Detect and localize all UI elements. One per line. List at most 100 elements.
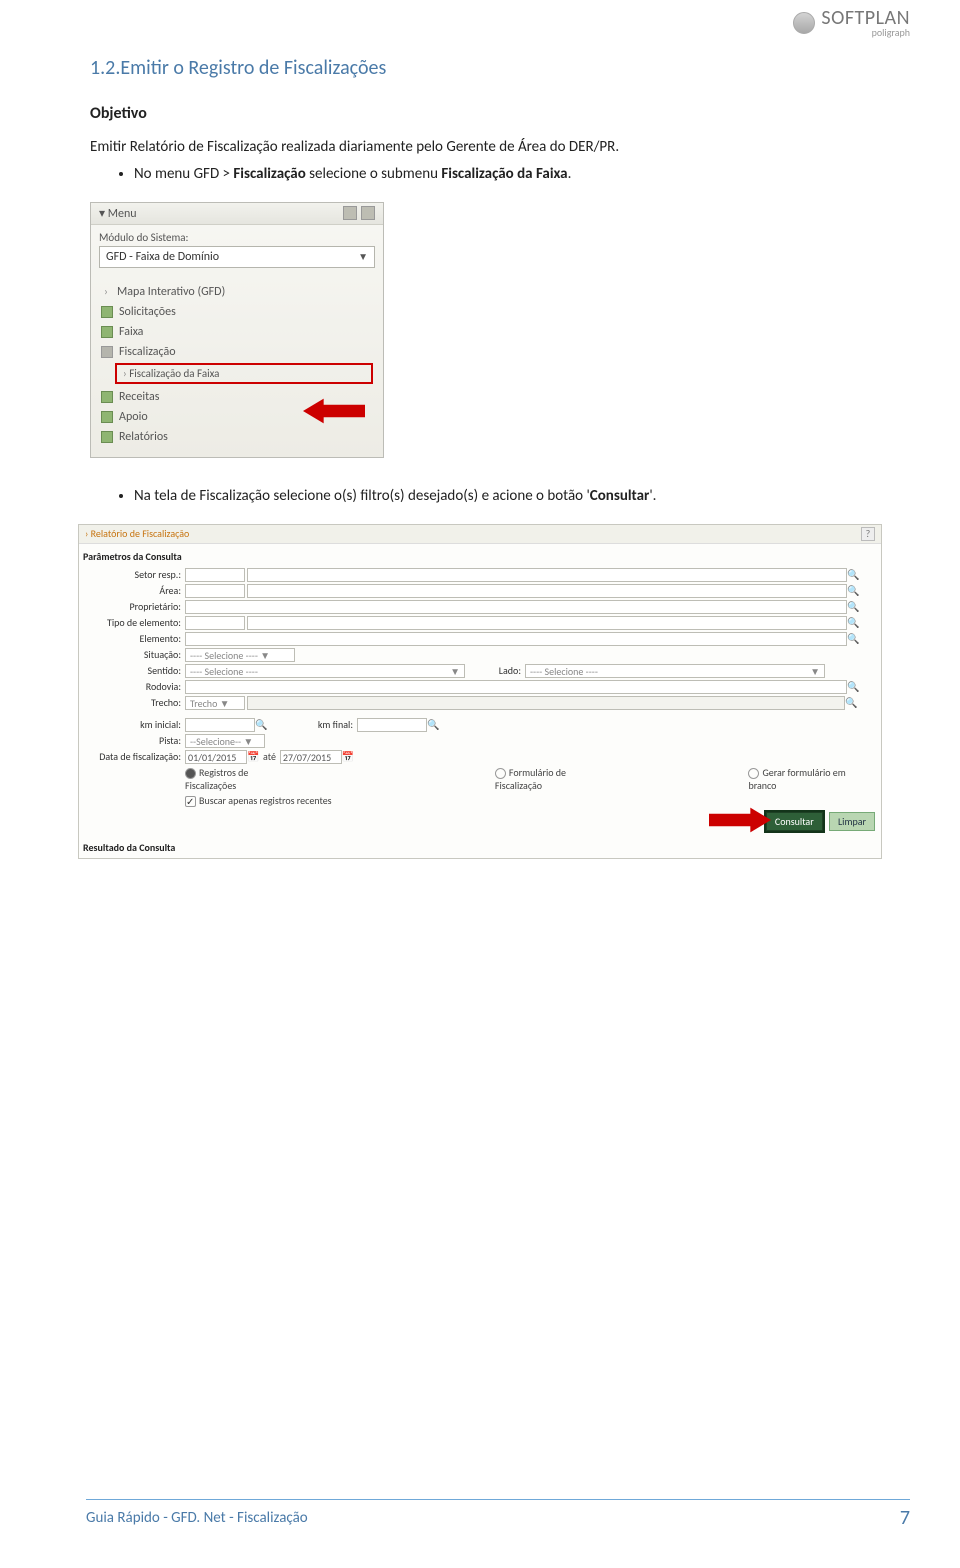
menu-title: ▾ Menu	[99, 206, 137, 221]
label-rodovia: Rodovia:	[85, 680, 185, 693]
radio-formulario[interactable]: Formulário de Fiscalização	[495, 766, 615, 792]
consultar-button[interactable]: Consultar	[766, 812, 823, 831]
expand-icon	[101, 306, 113, 318]
trecho-input[interactable]	[247, 696, 845, 710]
instr1-b1: Fiscalização	[233, 165, 305, 183]
label-datafisc: Data de fiscalização:	[85, 750, 185, 763]
date-to-input[interactable]: 27/07/2015	[280, 750, 342, 764]
search-icon[interactable]: 🔍	[847, 585, 859, 597]
prop-input[interactable]	[185, 600, 847, 614]
limpar-button[interactable]: Limpar	[829, 812, 875, 831]
expand-icon	[101, 391, 113, 403]
label-situacao: Situação:	[85, 648, 185, 661]
search-icon[interactable]: 🔍	[847, 569, 859, 581]
label-sentido: Sentido:	[85, 664, 185, 677]
menu-item-faixa[interactable]: Faixa	[91, 322, 383, 342]
label-elemento: Elemento:	[85, 632, 185, 645]
search-icon[interactable]: 🔍	[255, 719, 267, 731]
calendar-icon[interactable]: 📅	[247, 751, 259, 763]
instr2-b: Consultar	[590, 487, 650, 505]
sentido-select[interactable]: ---- Selecione ----▼	[185, 664, 465, 678]
search-icon[interactable]: 🔍	[847, 617, 859, 629]
elemento-input[interactable]	[185, 632, 847, 646]
instruction-2: Na tela de Fiscalização selecione o(s) f…	[134, 486, 874, 508]
page-number: 7	[900, 1506, 910, 1530]
menu-view-icon-2[interactable]	[361, 206, 375, 220]
label-lado: Lado:	[465, 664, 525, 677]
label-kmini: km inicial:	[85, 718, 185, 731]
area-code-input[interactable]	[185, 584, 245, 598]
radio-icon	[495, 768, 506, 779]
instruction-1: No menu GFD > Fiscalização selecione o s…	[134, 164, 874, 186]
label-setor: Setor resp.:	[85, 568, 185, 581]
kmini-input[interactable]	[185, 718, 255, 732]
radio-icon	[748, 768, 759, 779]
menu-item-solicitacoes[interactable]: Solicitações	[91, 302, 383, 322]
chk-recentes[interactable]: Buscar apenas registros recentes	[185, 794, 332, 807]
instr1-pre: No menu GFD >	[134, 165, 233, 183]
rodovia-input[interactable]	[185, 680, 847, 694]
radio-gerar-branco[interactable]: Gerar formulário em branco	[748, 766, 875, 792]
radio-icon	[185, 768, 196, 779]
area-input[interactable]	[247, 584, 847, 598]
radio-registros[interactable]: Registros de Fiscalizações	[185, 766, 301, 792]
kmfin-input[interactable]	[357, 718, 427, 732]
callout-arrow-icon	[303, 398, 365, 428]
search-icon[interactable]: 🔍	[847, 633, 859, 645]
checkbox-icon	[185, 796, 196, 807]
menu-item-fiscalizacao[interactable]: Fiscalização	[91, 342, 383, 362]
instr1-b2: Fiscalização da Faixa	[441, 165, 567, 183]
label-pista: Pista:	[85, 734, 185, 747]
section-params: Parâmetros da Consulta	[79, 544, 881, 567]
lado-select[interactable]: ---- Selecione ----▼	[525, 664, 825, 678]
search-icon[interactable]: 🔍	[427, 719, 439, 731]
setor-code-input[interactable]	[185, 568, 245, 582]
collapse-icon	[101, 346, 113, 358]
instr1-post: .	[568, 165, 572, 183]
search-icon[interactable]: 🔍	[845, 697, 857, 709]
module-select-value: GFD - Faixa de Domínio	[99, 246, 375, 268]
logo-mark-icon	[793, 12, 815, 34]
expand-icon	[101, 431, 113, 443]
label-kmfin: km final:	[267, 718, 357, 731]
trecho-select[interactable]: Trecho ▼	[185, 696, 245, 710]
arrow-icon: ›	[101, 285, 111, 298]
objetivo-label: Objetivo	[90, 104, 874, 123]
expand-icon	[101, 326, 113, 338]
date-from-input[interactable]: 01/01/2015	[185, 750, 247, 764]
label-trecho: Trecho:	[85, 696, 185, 709]
breadcrumb: › Relatório de Fiscalização	[85, 527, 189, 540]
label-tipoelem: Tipo de elemento:	[85, 616, 185, 629]
search-icon[interactable]: 🔍	[847, 681, 859, 693]
brand-logo: SOFTPLAN poligraph	[793, 6, 910, 39]
instr2-post: '.	[649, 487, 656, 505]
section-heading: 1.2.Emitir o Registro de Fiscalizações	[90, 56, 874, 80]
module-label: Módulo do Sistema:	[91, 225, 383, 246]
tipoelem-code-input[interactable]	[185, 616, 245, 630]
pista-select[interactable]: --Selecione-- ▼	[185, 734, 265, 748]
menu-item-mapa[interactable]: ›Mapa Interativo (GFD)	[91, 282, 383, 302]
menu-view-icon-1[interactable]	[343, 206, 357, 220]
objetivo-text: Emitir Relatório de Fiscalização realiza…	[90, 137, 874, 158]
callout-arrow-icon	[709, 807, 771, 836]
setor-input[interactable]	[247, 568, 847, 582]
module-select[interactable]: GFD - Faixa de Domínio	[99, 246, 375, 268]
help-icon[interactable]: ?	[861, 527, 875, 541]
label-ate: até	[259, 750, 280, 763]
footer-text: Guia Rápido - GFD. Net - Fiscalização	[86, 1509, 308, 1527]
filter-form-screenshot: › Relatório de Fiscalização ? Parâmetros…	[78, 524, 882, 859]
page-footer: Guia Rápido - GFD. Net - Fiscalização 7	[86, 1499, 910, 1530]
search-icon[interactable]: 🔍	[847, 601, 859, 613]
situacao-select[interactable]: ---- Selecione ---- ▼	[185, 648, 295, 662]
menu-item-relatorios[interactable]: Relatórios	[91, 427, 383, 447]
expand-icon	[101, 411, 113, 423]
instr1-mid: selecione o submenu	[306, 165, 442, 183]
submenu-fiscalizacao-faixa[interactable]: › Fiscalização da Faixa	[115, 363, 373, 384]
section-resultado: Resultado da Consulta	[79, 835, 881, 858]
instr2-pre: Na tela de Fiscalização selecione o(s) f…	[134, 487, 590, 505]
label-prop: Proprietário:	[85, 600, 185, 613]
label-area: Área:	[85, 584, 185, 597]
tipoelem-input[interactable]	[247, 616, 847, 630]
menu-screenshot: ▾ Menu Módulo do Sistema: GFD - Faixa de…	[90, 202, 384, 458]
calendar-icon[interactable]: 📅	[342, 751, 354, 763]
